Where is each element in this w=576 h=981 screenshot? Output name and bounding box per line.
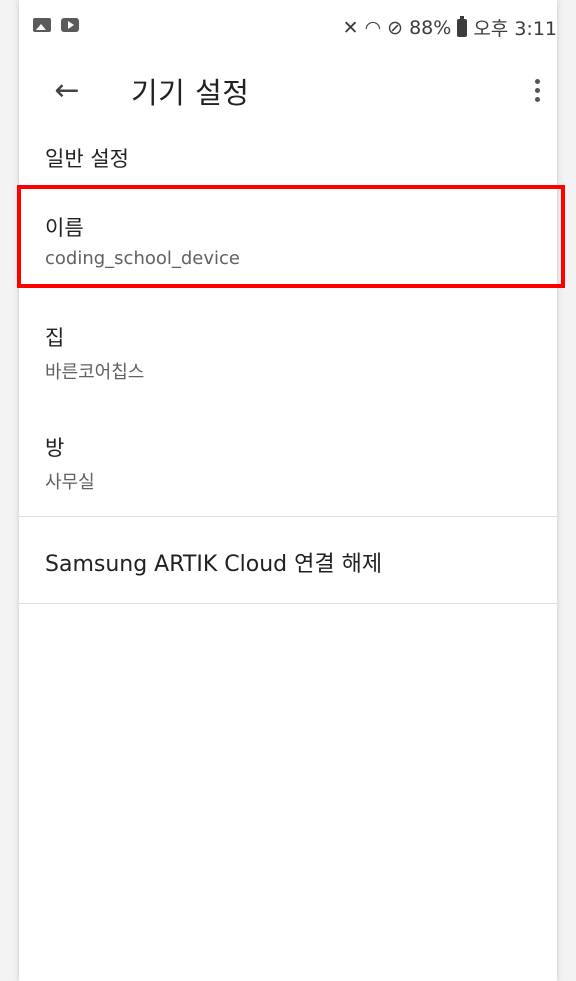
more-options-button[interactable] xyxy=(525,70,549,110)
mute-vibrate-icon: ✕ xyxy=(342,16,359,39)
more-vert-icon-dot xyxy=(534,87,540,93)
youtube-notification-icon xyxy=(61,18,79,32)
highlight-box xyxy=(17,185,565,288)
screen: ✕ ◠ ⊘ 88% 오후 3:11 ← 기기 설정 일반 설정 이름 codin… xyxy=(17,0,565,981)
clock: 오후 3:11 xyxy=(473,18,557,40)
more-vert-icon-dot xyxy=(534,96,540,102)
divider xyxy=(19,516,557,517)
pref-item-room[interactable]: 방 사무실 xyxy=(19,410,557,514)
pref-summary: 바른코어칩스 xyxy=(45,362,145,383)
arrow-back-icon: ← xyxy=(54,72,80,108)
pref-summary: 사무실 xyxy=(45,472,95,493)
back-button[interactable]: ← xyxy=(47,70,87,110)
do-not-disturb-icon: ⊘ xyxy=(387,16,404,39)
pref-title: 방 xyxy=(45,436,65,460)
status-bar: ✕ ◠ ⊘ 88% 오후 3:11 xyxy=(19,0,557,56)
battery-percent: 88% xyxy=(409,16,452,39)
app-bar: ← 기기 설정 xyxy=(19,56,557,126)
battery-icon xyxy=(457,15,468,37)
pref-item-home[interactable]: 집 바른코어칩스 xyxy=(19,300,557,404)
page-title: 기기 설정 xyxy=(131,76,250,110)
wifi-icon: ◠ xyxy=(364,16,382,39)
pref-title: 집 xyxy=(45,326,65,350)
divider xyxy=(19,603,557,604)
disconnect-artik-cloud-button[interactable]: Samsung ARTIK Cloud 연결 해제 xyxy=(45,546,382,578)
gallery-notification-icon xyxy=(33,18,51,32)
section-header-general: 일반 설정 xyxy=(45,147,129,171)
more-vert-icon-dot xyxy=(534,78,540,84)
